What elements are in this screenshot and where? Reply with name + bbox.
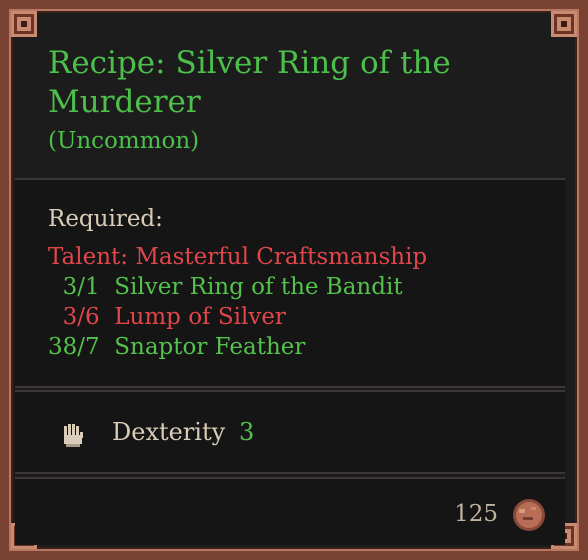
tooltip-header: Recipe: Silver Ring of the Murderer (Unc… — [48, 44, 548, 156]
requirement-ingredient: 38/7 Snaptor Feather — [48, 334, 306, 360]
requirements-panel: Required: Talent: Masterful Craftsmanshi… — [15, 178, 565, 388]
price-value: 125 — [454, 501, 498, 527]
stat-panel: Dexterity 3 — [15, 390, 565, 474]
stat-value: 3 — [239, 418, 255, 446]
frame-corner-ornament — [11, 11, 37, 37]
requirement-ingredient: 3/1 Silver Ring of the Bandit — [48, 274, 403, 300]
required-label: Required: — [48, 206, 163, 232]
price-panel: 125 — [15, 477, 565, 545]
item-title: Recipe: Silver Ring of the Murderer — [48, 45, 451, 120]
requirement-talent: Talent: Masterful Craftsmanship — [48, 244, 428, 270]
coin-icon — [513, 499, 545, 531]
requirement-ingredient: 3/6 Lump of Silver — [48, 304, 286, 330]
item-rarity: (Uncommon) — [48, 128, 200, 154]
frame-corner-ornament — [551, 11, 577, 37]
stat-name: Dexterity — [112, 418, 226, 446]
hand-icon — [64, 424, 83, 447]
